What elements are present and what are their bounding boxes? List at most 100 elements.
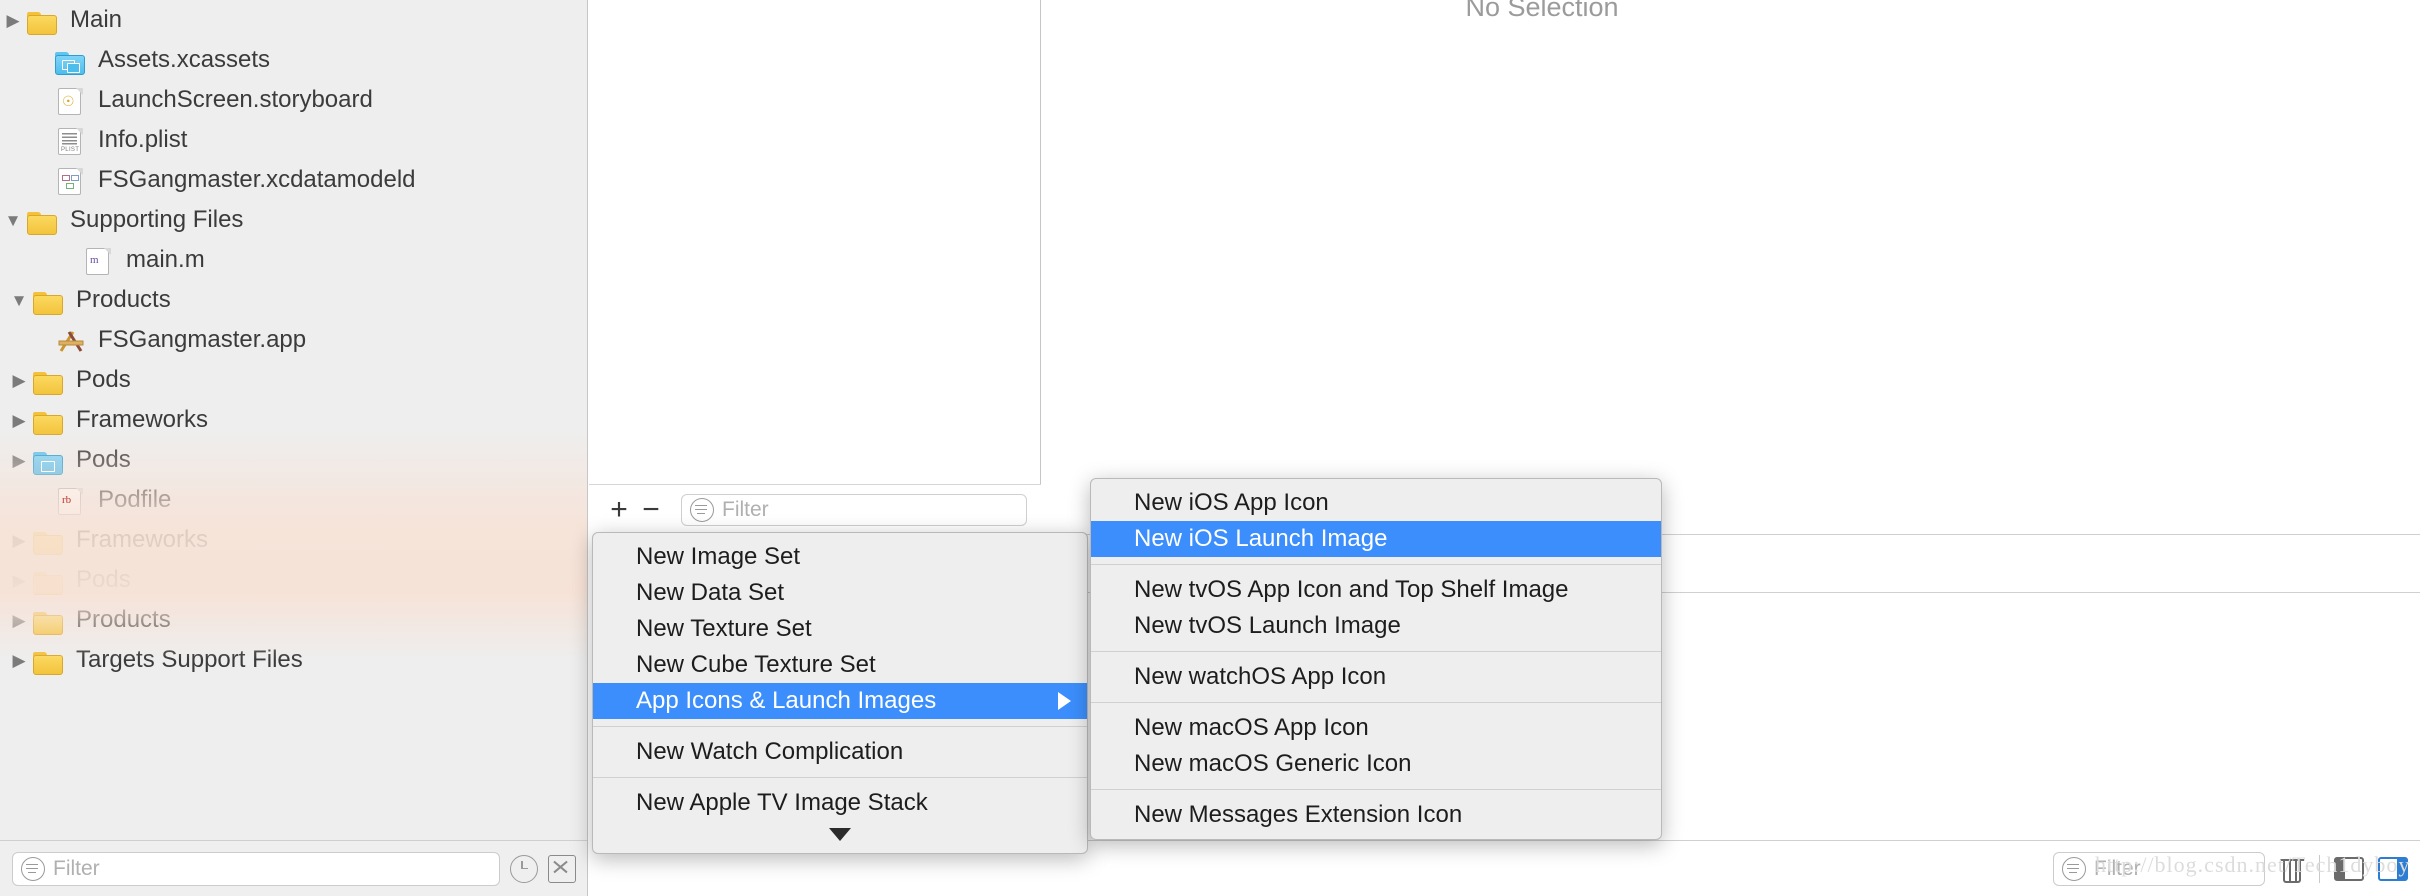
app-icons-launch-images-submenu-body[interactable]: New iOS App Icon New iOS Launch Image New … [1091, 485, 1661, 833]
menu-item[interactable]: New Texture Set [593, 611, 1087, 647]
disclosure-triangle-closed[interactable]: ▶ [6, 532, 32, 549]
navigator-row[interactable]: ▶ Frameworks [0, 400, 587, 440]
asset-add-menu-body[interactable]: New Image Set New Data Set New Texture Set… [593, 539, 1087, 821]
chevron-down-icon[interactable] [593, 821, 1087, 847]
menu-item[interactable]: New iOS Launch Image [1091, 521, 1661, 557]
filter-icon [21, 856, 45, 881]
navigator-row-label: main.m [126, 246, 205, 273]
disclosure-spacer: ▶ [28, 172, 54, 189]
navigator-row[interactable]: ▶PLIST Info.plist [0, 120, 587, 160]
xcode-app-icon [54, 325, 88, 355]
navigator-row-label: FSGangmaster.app [98, 326, 307, 353]
navigator-row[interactable]: ▶ FSGangmaster.xcdatamodeld [0, 160, 587, 200]
menu-item-label: New Data Set [636, 579, 785, 606]
navigator-row[interactable]: ▶ Targets Support Files [0, 640, 587, 680]
navigator-row[interactable]: ▶rb Podfile [0, 480, 587, 520]
navigator-row[interactable]: ▶ Products [0, 600, 587, 640]
menu-item[interactable]: New Watch Complication [593, 734, 1087, 770]
navigator-row-label: Supporting Files [70, 206, 244, 233]
disclosure-spacer: ▶ [28, 492, 54, 509]
menu-item[interactable]: New macOS App Icon [1091, 710, 1661, 746]
navigator-row-label: Main [70, 6, 123, 33]
menu-item[interactable]: New Apple TV Image Stack [593, 785, 1087, 821]
remove-asset-button[interactable]: − [635, 494, 667, 525]
menu-item-label: New iOS App Icon [1134, 489, 1329, 516]
navigator-row-label: FSGangmaster.xcdatamodeld [98, 166, 416, 193]
navigator-row[interactable]: ▶ FSGangmaster.app [0, 320, 587, 360]
navigator-filter-buttons [510, 854, 576, 883]
x-box-icon[interactable] [548, 854, 576, 883]
navigator-row-label: Assets.xcassets [98, 46, 271, 73]
folder-icon [32, 565, 66, 595]
navigator-row-label: Frameworks [76, 406, 209, 433]
menu-item[interactable]: New Data Set [593, 575, 1087, 611]
disclosure-triangle-closed[interactable]: ▶ [6, 612, 32, 629]
menu-item-label: New Watch Complication [636, 738, 904, 765]
navigator-row[interactable]: ▼ Supporting Files [0, 200, 587, 240]
folder-icon [26, 5, 60, 35]
disclosure-triangle-open[interactable]: ▼ [6, 292, 32, 309]
navigator-filter-input[interactable]: Filter [12, 851, 500, 886]
asset-filter-input[interactable]: Filter [681, 493, 1027, 526]
menu-item[interactable]: App Icons & Launch Images [593, 683, 1087, 719]
add-asset-button[interactable]: + [603, 494, 635, 525]
navigator-row[interactable]: ▶m main.m [0, 240, 587, 280]
menu-item[interactable]: New Cube Texture Set [593, 647, 1087, 683]
xcassets-icon [54, 45, 88, 75]
disclosure-triangle-closed[interactable]: ▶ [6, 412, 32, 429]
menu-separator [1091, 789, 1661, 790]
menu-item[interactable]: New tvOS Launch Image [1091, 608, 1661, 644]
filter-icon [690, 497, 714, 522]
disclosure-spacer: ▶ [28, 92, 54, 109]
navigator-row[interactable]: ▶ Assets.xcassets [0, 40, 587, 80]
navigator-row[interactable]: ▶☉ LaunchScreen.storyboard [0, 80, 587, 120]
xcode-window: ▶Main▶Assets.xcassets▶☉LaunchScreen.stor… [0, 0, 2420, 896]
menu-item[interactable]: New Image Set [593, 539, 1087, 575]
watermark-text: http://blog.csdn.net/Tech1dyboy [2095, 852, 2411, 877]
disclosure-triangle-closed[interactable]: ▶ [6, 452, 32, 469]
menu-separator [1091, 702, 1661, 703]
menu-item-label: New tvOS Launch Image [1134, 612, 1401, 639]
navigator-row-label: Info.plist [98, 126, 188, 153]
menu-item-label: App Icons & Launch Images [636, 687, 937, 714]
project-navigator-list[interactable]: ▶Main▶Assets.xcassets▶☉LaunchScreen.stor… [0, 0, 587, 680]
app-icons-launch-images-submenu[interactable]: New iOS App Icon New iOS Launch Image New … [1090, 478, 1662, 840]
menu-separator [593, 726, 1087, 727]
navigator-row-label: Podfile [98, 486, 172, 513]
clock-icon[interactable] [510, 854, 538, 883]
folder-icon [26, 205, 60, 235]
filter-icon [2062, 856, 2086, 881]
navigator-row[interactable]: ▶ Frameworks [0, 520, 587, 560]
menu-item-label: New Messages Extension Icon [1134, 801, 1463, 828]
disclosure-triangle-closed[interactable]: ▶ [6, 572, 32, 589]
menu-item[interactable]: New tvOS App Icon and Top Shelf Image [1091, 572, 1661, 608]
menu-item-label: New watchOS App Icon [1134, 663, 1387, 690]
folder-icon [32, 525, 66, 555]
submenu-arrow-icon [1058, 692, 1071, 710]
folder-icon [32, 605, 66, 635]
asset-add-menu[interactable]: New Image Set New Data Set New Texture Set… [592, 532, 1088, 854]
navigator-row[interactable]: ▶ Main [0, 0, 587, 40]
disclosure-triangle-open[interactable]: ▼ [0, 212, 26, 229]
navigator-row[interactable]: ▶ Pods [0, 360, 587, 400]
navigator-row[interactable]: ▶ Pods [0, 560, 587, 600]
menu-item-label: New Cube Texture Set [636, 651, 876, 678]
disclosure-triangle-closed[interactable]: ▶ [6, 372, 32, 389]
menu-item-label: New tvOS App Icon and Top Shelf Image [1134, 576, 1569, 603]
menu-item[interactable]: New Messages Extension Icon [1091, 797, 1661, 833]
asset-catalog-toolbar: + − Filter [589, 484, 1041, 534]
menu-item[interactable]: New watchOS App Icon [1091, 659, 1661, 695]
objc-file-icon: m [82, 245, 116, 275]
asset-filter-placeholder: Filter [722, 497, 769, 521]
disclosure-triangle-closed[interactable]: ▶ [6, 652, 32, 669]
menu-item[interactable]: New iOS App Icon [1091, 485, 1661, 521]
disclosure-triangle-closed[interactable]: ▶ [0, 12, 26, 29]
navigator-row[interactable]: ▶ Pods [0, 440, 587, 480]
navigator-row[interactable]: ▼ Products [0, 280, 587, 320]
disclosure-spacer: ▶ [28, 132, 54, 149]
menu-item-label: New Apple TV Image Stack [636, 789, 928, 816]
menu-item[interactable]: New macOS Generic Icon [1091, 746, 1661, 782]
navigator-row-label: Pods [76, 566, 131, 593]
menu-item-label: New Texture Set [636, 615, 812, 642]
menu-separator [1091, 651, 1661, 652]
